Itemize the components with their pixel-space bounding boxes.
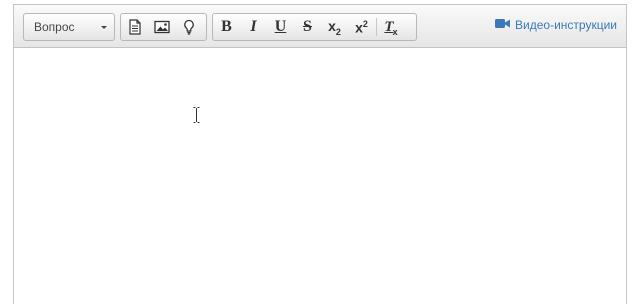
document-icon [128, 19, 142, 35]
superscript-button[interactable]: x2 [348, 14, 375, 40]
format-select[interactable]: Вопрос [23, 13, 115, 41]
text-cursor-icon [193, 107, 200, 128]
video-instructions-link[interactable]: Видео-инструкции [495, 18, 617, 32]
insert-image-button[interactable] [148, 14, 175, 40]
strikethrough-label: S [303, 18, 312, 35]
video-instructions-label: Видео-инструкции [515, 18, 617, 32]
rich-text-editor: Вопрос B I U S x2 x2 Tx Видео-инструкции [13, 4, 627, 304]
italic-label: I [250, 18, 257, 35]
bold-label: B [221, 18, 232, 35]
format-select-value: Вопрос [34, 20, 75, 34]
editor-toolbar: Вопрос B I U S x2 x2 Tx Видео-инструкции [14, 5, 626, 48]
lightbulb-icon [183, 19, 195, 35]
underline-button[interactable]: U [267, 14, 294, 40]
underline-label: U [274, 18, 287, 35]
editor-content-area[interactable] [14, 48, 626, 304]
chevron-down-icon [101, 26, 107, 29]
superscript-index: 2 [362, 18, 368, 29]
video-camera-icon [495, 18, 515, 32]
insert-document-button[interactable] [121, 14, 148, 40]
remove-format-x: x [392, 26, 398, 37]
toolbar-separator [376, 18, 377, 36]
bold-button[interactable]: B [213, 14, 240, 40]
image-icon [153, 20, 170, 34]
remove-format-icon: Tx [384, 19, 398, 37]
subscript-label: x2 [328, 18, 341, 37]
remove-format-button[interactable]: Tx [378, 14, 405, 40]
insert-hint-button[interactable] [175, 14, 202, 40]
format-button-group: B I U S x2 x2 Tx [212, 13, 417, 41]
insert-button-group [120, 13, 207, 41]
superscript-base: x [355, 19, 363, 36]
superscript-label: x2 [355, 19, 368, 36]
subscript-button[interactable]: x2 [321, 14, 348, 40]
subscript-index: 2 [335, 26, 341, 37]
subscript-base: x [328, 17, 336, 34]
italic-button[interactable]: I [240, 14, 267, 40]
strikethrough-button[interactable]: S [294, 14, 321, 40]
